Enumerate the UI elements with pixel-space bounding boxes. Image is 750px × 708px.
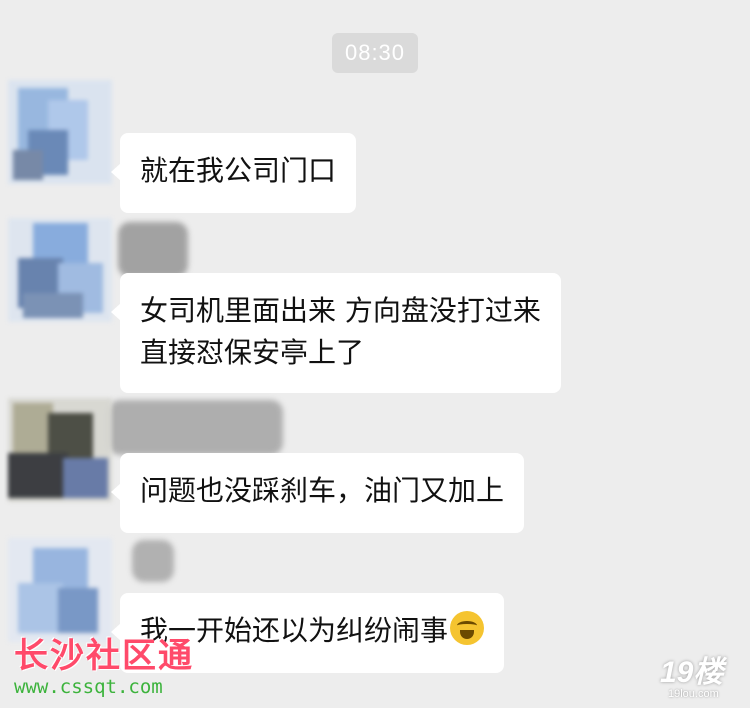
watermark-logo: 19楼 [660,656,724,689]
redacted-name-smudge [118,222,188,277]
watermark-url: www.cssqt.com [14,676,163,698]
redacted-name-smudge [108,400,283,455]
message-text: 就在我公司门口 [140,154,337,187]
avatar-blurred[interactable] [8,398,112,502]
timestamp-pill: 08:30 [332,33,418,73]
message-bubble[interactable]: 问题也没踩刹车，油门又加上 [110,453,525,533]
watermark-right: 19楼 19lou.com [660,658,742,704]
timestamp-text: 08:30 [344,40,406,65]
redacted-name-smudge [132,540,174,582]
message-text-line: 女司机里面出来 方向盘没打过来 [140,294,541,327]
watermark-title: 长沙社区通 [14,636,194,676]
message-text-line: 直接怼保安亭上了 [140,336,365,369]
watermark-domain: 19lou.com [668,688,719,700]
avatar-blurred[interactable] [8,218,112,322]
watermark-left: 长沙社区通 www.cssqt.com [14,636,194,698]
avatar-blurred[interactable] [8,538,112,642]
message-bubble[interactable]: 就在我公司门口 [110,133,357,213]
message-bubble[interactable]: 女司机里面出来 方向盘没打过来 直接怼保安亭上了 [111,273,561,393]
message-text: 问题也没踩刹车，油门又加上 [140,474,505,507]
avatar-blurred[interactable] [8,80,112,184]
face-with-tears-of-joy-icon [450,611,485,645]
